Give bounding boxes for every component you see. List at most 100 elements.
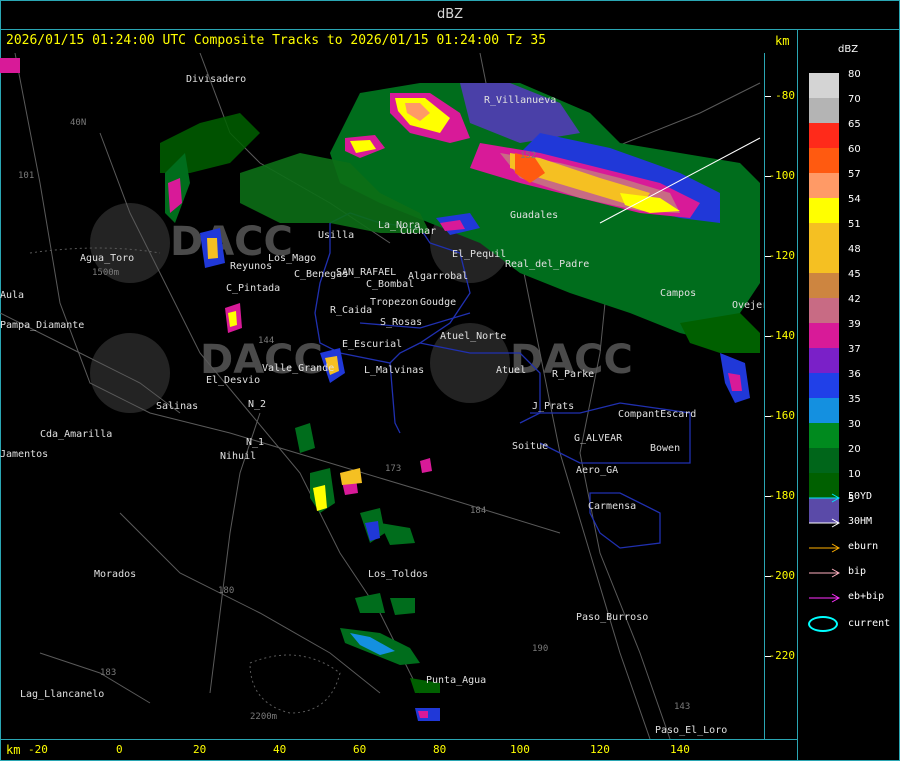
svg-text:101: 101 bbox=[18, 171, 34, 181]
legend-level-label: 51 bbox=[848, 219, 861, 230]
current-marker-icon bbox=[808, 616, 838, 632]
window-title: dBZ bbox=[0, 0, 900, 30]
time-header: 2026/01/15 01:24:00 UTC Composite Tracks… bbox=[6, 33, 547, 48]
svg-text:Aero_GA: Aero_GA bbox=[576, 465, 618, 476]
svg-text:SAN_RAFAEL: SAN_RAFAEL bbox=[336, 267, 396, 278]
svg-text:N_1: N_1 bbox=[246, 437, 264, 448]
svg-text:Pampa_Diamante: Pampa_Diamante bbox=[0, 320, 84, 331]
x-tick-label: 0 bbox=[116, 743, 123, 756]
legend-swatch bbox=[809, 448, 839, 473]
svg-text:Divisadero: Divisadero bbox=[186, 74, 246, 85]
track-arrow-icon bbox=[809, 593, 841, 603]
y-tick-label: -160 bbox=[768, 409, 796, 422]
y-tick-label: -120 bbox=[768, 249, 796, 262]
x-tick-label: 120 bbox=[590, 743, 610, 756]
legend-swatch bbox=[809, 273, 839, 298]
svg-text:Salinas: Salinas bbox=[156, 401, 198, 412]
legend-level-label: 48 bbox=[848, 244, 861, 255]
svg-text:Aula: Aula bbox=[0, 290, 24, 301]
svg-text:L_Malvinas: L_Malvinas bbox=[364, 365, 424, 376]
svg-text:Campos: Campos bbox=[660, 288, 696, 299]
svg-text:R_Parke: R_Parke bbox=[552, 369, 594, 380]
track-label: 50YD bbox=[848, 491, 873, 502]
svg-text:El_Pequil: El_Pequil bbox=[452, 249, 506, 260]
track-label: bip bbox=[848, 566, 867, 577]
legend-swatch bbox=[809, 323, 839, 348]
svg-text:Goudge: Goudge bbox=[420, 297, 456, 308]
svg-text:Tropezon: Tropezon bbox=[370, 297, 418, 308]
y-tick-label: -200 bbox=[768, 569, 796, 582]
svg-text:Nihuil: Nihuil bbox=[220, 451, 256, 462]
y-axis: -80 -100 -120 -140 -160 -180 -200 -220 bbox=[764, 53, 798, 739]
svg-text:144: 144 bbox=[258, 336, 274, 346]
legend-level-label: 30 bbox=[848, 419, 861, 430]
x-tick-label: 20 bbox=[193, 743, 207, 756]
legend-level-label: 20 bbox=[848, 444, 861, 455]
legend-level-label: 65 bbox=[848, 119, 861, 130]
svg-text:Lag_Llancanelo: Lag_Llancanelo bbox=[20, 689, 104, 700]
svg-text:E_Escurial: E_Escurial bbox=[342, 339, 402, 350]
svg-text:Los_Toldos: Los_Toldos bbox=[368, 569, 428, 580]
svg-text:CompantEscard: CompantEscard bbox=[618, 409, 696, 420]
legend-swatch bbox=[809, 148, 839, 173]
svg-text:Atuel: Atuel bbox=[496, 365, 526, 376]
legend-level-label: 70 bbox=[848, 94, 861, 105]
legend-swatch bbox=[809, 373, 839, 398]
svg-text:Soitue: Soitue bbox=[512, 441, 548, 452]
legend-swatch bbox=[809, 98, 839, 123]
svg-text:Paso_Burroso: Paso_Burroso bbox=[576, 612, 648, 623]
legend-level-label: 60 bbox=[848, 144, 861, 155]
svg-text:J_Prats: J_Prats bbox=[532, 401, 574, 412]
svg-text:Paso_El_Loro: Paso_El_Loro bbox=[655, 725, 727, 736]
legend-swatch bbox=[809, 248, 839, 273]
legend-swatch bbox=[809, 173, 839, 198]
legend-swatch bbox=[809, 223, 839, 248]
svg-text:40N: 40N bbox=[70, 118, 86, 128]
radar-map[interactable]: DACC DACC DACC DACC bbox=[0, 53, 764, 739]
y-tick-label: -100 bbox=[768, 169, 796, 182]
legend-swatch bbox=[809, 423, 839, 448]
x-tick-label: 140 bbox=[670, 743, 690, 756]
legend-level-label: 80 bbox=[848, 69, 861, 80]
svg-text:2200m: 2200m bbox=[250, 712, 277, 722]
legend-level-label: 42 bbox=[848, 294, 861, 305]
svg-text:Usilla: Usilla bbox=[318, 230, 354, 241]
svg-text:Carmensa: Carmensa bbox=[588, 501, 636, 512]
km-unit-label: km bbox=[775, 34, 790, 48]
svg-text:152: 152 bbox=[520, 151, 536, 161]
svg-text:190: 190 bbox=[532, 644, 548, 654]
svg-text:C_Bombal: C_Bombal bbox=[366, 279, 414, 290]
svg-text:Punta_Agua: Punta_Agua bbox=[426, 675, 486, 686]
svg-text:184: 184 bbox=[470, 506, 486, 516]
y-tick-label: -180 bbox=[768, 489, 796, 502]
svg-text:S_Rosas: S_Rosas bbox=[380, 317, 422, 328]
legend-level-label: 54 bbox=[848, 194, 861, 205]
legend-level-label: 35 bbox=[848, 394, 861, 405]
y-tick-label: -80 bbox=[775, 89, 795, 102]
legend-level-label: 45 bbox=[848, 269, 861, 280]
y-tick-label: -220 bbox=[768, 649, 796, 662]
svg-text:Cda_Amarilla: Cda_Amarilla bbox=[40, 429, 112, 440]
svg-text:173: 173 bbox=[385, 464, 401, 474]
legend-swatch bbox=[809, 198, 839, 223]
x-tick-label: 40 bbox=[273, 743, 287, 756]
legend-swatch bbox=[809, 73, 839, 98]
svg-text:1500m: 1500m bbox=[92, 268, 119, 278]
track-arrow-icon bbox=[809, 493, 841, 503]
svg-text:G_ALVEAR: G_ALVEAR bbox=[574, 433, 623, 444]
track-arrow-icon bbox=[809, 568, 841, 578]
track-label: eb+bip bbox=[848, 591, 885, 602]
legend-level-label: 10 bbox=[848, 469, 861, 480]
legend-swatch bbox=[809, 298, 839, 323]
y-tick-label: -140 bbox=[768, 329, 796, 342]
x-tick-label: 60 bbox=[353, 743, 367, 756]
legend-swatch bbox=[809, 348, 839, 373]
svg-text:Bowen: Bowen bbox=[650, 443, 680, 454]
track-label: eburn bbox=[848, 541, 879, 552]
x-axis: km -20 0 20 40 60 80 100 120 140 bbox=[0, 739, 797, 761]
svg-text:Valle_Grande: Valle_Grande bbox=[262, 363, 334, 374]
svg-text:180: 180 bbox=[218, 586, 234, 596]
svg-text:R_Villanueva: R_Villanueva bbox=[484, 95, 556, 106]
svg-text:El_Desvio: El_Desvio bbox=[206, 375, 260, 386]
svg-text:183: 183 bbox=[100, 668, 116, 678]
